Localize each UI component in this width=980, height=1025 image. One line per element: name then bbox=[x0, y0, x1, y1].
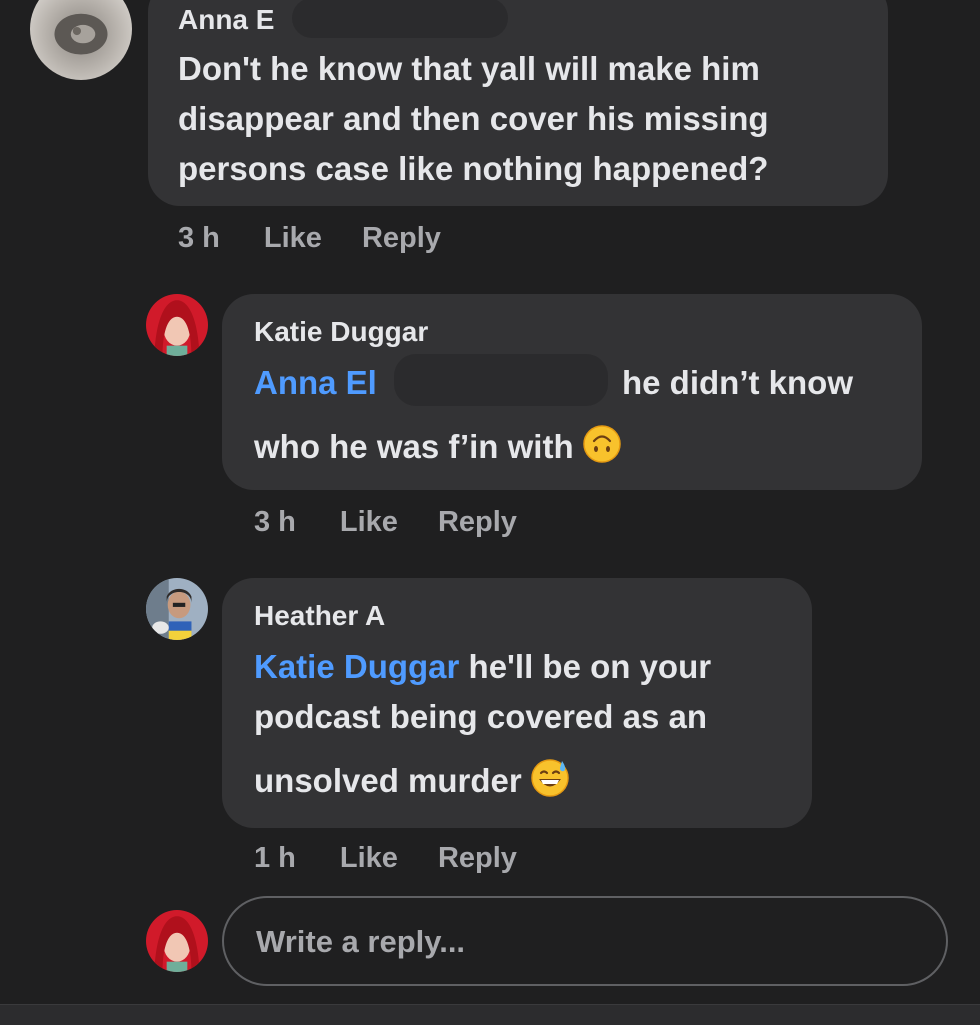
comment-text: who he was f’in with bbox=[254, 428, 574, 465]
comment-text: he'll be on your bbox=[468, 648, 712, 685]
avatar-heather[interactable] bbox=[146, 578, 208, 640]
grinning-sweat-icon bbox=[530, 759, 569, 797]
comment-timestamp[interactable]: 1 h bbox=[254, 842, 296, 875]
reply-input[interactable] bbox=[254, 916, 898, 968]
profile-photo-icon bbox=[146, 910, 208, 972]
comment-text-line: disappear and then cover his missing bbox=[178, 100, 769, 137]
comment-author[interactable]: Anna E bbox=[178, 4, 274, 36]
comment-actions: 1 h Like Reply bbox=[254, 842, 557, 875]
comment-timestamp[interactable]: 3 h bbox=[254, 506, 296, 539]
reply-button[interactable]: Reply bbox=[438, 842, 517, 875]
comment-text-line: Anna El bbox=[254, 358, 377, 408]
comment-text: unsolved murder bbox=[254, 762, 522, 799]
comment-text-line: Don't he know that yall will make him bbox=[178, 50, 760, 87]
comment-author[interactable]: Heather A bbox=[254, 600, 385, 632]
comment-text-line: unsolved murder bbox=[254, 756, 570, 806]
comment-author[interactable]: Katie Duggar bbox=[254, 316, 428, 348]
reply-button[interactable]: Reply bbox=[362, 222, 441, 255]
redaction-block bbox=[292, 0, 508, 38]
comment-actions: 3 h Like Reply bbox=[254, 506, 557, 539]
avatar-katie[interactable] bbox=[146, 294, 208, 356]
profile-photo-icon bbox=[146, 294, 208, 356]
comment-text-line: who he was f’in with bbox=[254, 422, 622, 472]
comment-text-line: Katie Duggar he'll be on your bbox=[254, 642, 711, 692]
profile-photo-icon bbox=[146, 578, 208, 640]
comment-actions: 3 h Like Reply bbox=[178, 222, 481, 255]
like-button[interactable]: Like bbox=[340, 842, 398, 875]
upside-down-face-icon bbox=[582, 425, 621, 463]
reply-button[interactable]: Reply bbox=[438, 506, 517, 539]
mention-link[interactable]: Katie Duggar bbox=[254, 648, 459, 685]
comment-timestamp[interactable]: 3 h bbox=[178, 222, 220, 255]
comment-text-line: persons case like nothing happened? bbox=[178, 150, 769, 187]
comment-text-line: podcast being covered as an bbox=[254, 698, 707, 735]
avatar-current-user bbox=[146, 910, 208, 972]
comment-text-line: he didn’t know bbox=[622, 364, 853, 401]
reply-composer[interactable] bbox=[222, 896, 948, 986]
like-button[interactable]: Like bbox=[340, 506, 398, 539]
bottom-bar bbox=[0, 1004, 980, 1025]
ultrasound-photo-icon bbox=[30, 0, 132, 80]
like-button[interactable]: Like bbox=[264, 222, 322, 255]
mention-link[interactable]: Anna El bbox=[254, 364, 377, 401]
redaction-block bbox=[394, 354, 608, 406]
avatar-anna[interactable] bbox=[30, 0, 132, 80]
